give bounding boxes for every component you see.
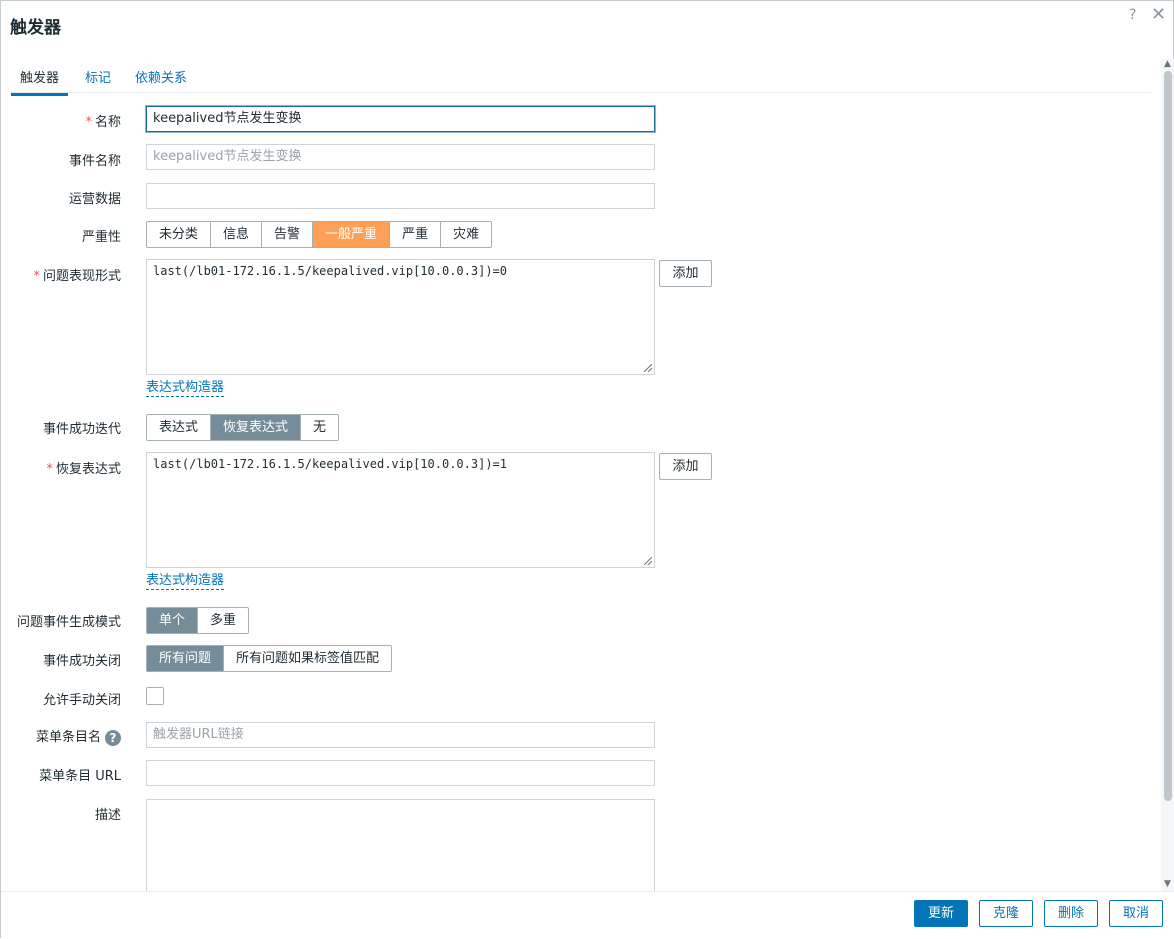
ok-event-generation-selector: 表达式 恢复表达式 无 [146,414,340,441]
required-mark: * [85,115,92,130]
severity-not-classified[interactable]: 未分类 [147,222,212,247]
problem-mode-multiple[interactable]: 多重 [198,608,248,633]
scroll-up-icon[interactable]: ▲ [1164,59,1171,69]
question-mark-icon[interactable]: ? [105,729,121,746]
event-name-input[interactable]: keepalived节点发生变换 [146,144,655,170]
tab-tags[interactable]: 标记 [85,67,111,94]
problem-expression-label: * 问题表现形式 [33,269,121,284]
url-label: 菜单条目 URL [39,769,121,784]
ok-closes-tag-match[interactable]: 所有问题如果标签值匹配 [224,646,391,671]
severity-label: 严重性 [81,230,121,245]
scroll-thumb[interactable] [1164,71,1172,801]
required-mark: * [33,269,40,284]
opdata-input[interactable] [146,183,655,209]
delete-button[interactable]: 删除 [1044,900,1098,927]
resize-handle-icon[interactable] [644,364,652,372]
url-name-label: 菜单条目名? [36,726,121,746]
name-label: * 名称 [85,115,121,130]
recovery-expression-textarea[interactable]: last(/lb01-172.16.1.5/keepalived.vip[10.… [146,452,655,568]
dialog-title: 触发器 [10,18,61,38]
recovery-expression-builder-link[interactable]: 表达式构造器 [146,573,225,590]
ok-event-recovery-expression[interactable]: 恢复表达式 [211,415,302,440]
ok-event-expression[interactable]: 表达式 [147,415,212,440]
close-icon[interactable]: ✕ [1151,4,1166,25]
description-textarea[interactable] [146,799,655,891]
severity-warning[interactable]: 告警 [262,222,314,247]
recovery-expression-add-button[interactable]: 添加 [659,453,712,480]
name-input[interactable]: keepalived节点发生变换 [146,106,655,132]
scrollbar[interactable]: ▲ ▼ [1161,59,1174,891]
recovery-expression-label: * 恢复表达式 [46,462,121,477]
tab-dependencies[interactable]: 依赖关系 [135,67,187,94]
problem-expression-value: last(/lb01-172.16.1.5/keepalived.vip[10.… [153,264,508,278]
resize-handle-icon[interactable] [644,557,652,565]
severity-average[interactable]: 一般严重 [313,222,391,247]
cancel-button[interactable]: 取消 [1109,900,1163,927]
url-input[interactable] [146,760,655,786]
tab-trigger[interactable]: 触发器 [11,67,69,96]
severity-disaster[interactable]: 灾难 [441,222,491,247]
problem-mode-label: 问题事件生成模式 [16,615,121,630]
ok-closes-label: 事件成功关闭 [42,654,121,669]
opdata-label: 运营数据 [68,192,121,207]
clone-button[interactable]: 克隆 [979,900,1033,927]
required-mark: * [46,462,53,477]
update-button[interactable]: 更新 [914,900,968,927]
problem-mode-single[interactable]: 单个 [147,608,199,633]
ok-closes-all-problems[interactable]: 所有问题 [147,646,225,671]
ok-event-none[interactable]: 无 [301,415,338,440]
problem-expression-textarea[interactable]: last(/lb01-172.16.1.5/keepalived.vip[10.… [146,259,655,375]
problem-mode-selector: 单个 多重 [146,607,250,634]
help-icon[interactable]: ? [1129,7,1136,23]
manual-close-checkbox[interactable] [146,687,164,705]
ok-event-generation-label: 事件成功迭代 [42,422,121,437]
form-content: * 名称 keepalived节点发生变换 事件名称 keepalived节点发生… [1,94,1161,891]
url-name-input[interactable]: 触发器URL链接 [146,722,655,748]
severity-information[interactable]: 信息 [211,222,263,247]
severity-high[interactable]: 严重 [390,222,442,247]
description-label: 描述 [94,808,121,823]
dialog-footer: 更新 克隆 删除 取消 [1,891,1174,939]
ok-closes-selector: 所有问题 所有问题如果标签值匹配 [146,645,393,672]
manual-close-label: 允许手动关闭 [42,693,121,708]
tab-bar: 触发器 标记 依赖关系 [11,61,1151,96]
problem-expression-builder-link[interactable]: 表达式构造器 [146,380,225,397]
severity-selector: 未分类 信息 告警 一般严重 严重 灾难 [146,221,493,248]
trigger-dialog: 触发器 ? ✕ 触发器 标记 依赖关系 * 名称 keepalived节点发生变换… [0,0,1174,939]
problem-expression-add-button[interactable]: 添加 [659,260,712,287]
event-name-label: 事件名称 [68,154,121,169]
scroll-down-icon[interactable]: ▼ [1164,879,1171,889]
recovery-expression-value: last(/lb01-172.16.1.5/keepalived.vip[10.… [153,457,508,471]
